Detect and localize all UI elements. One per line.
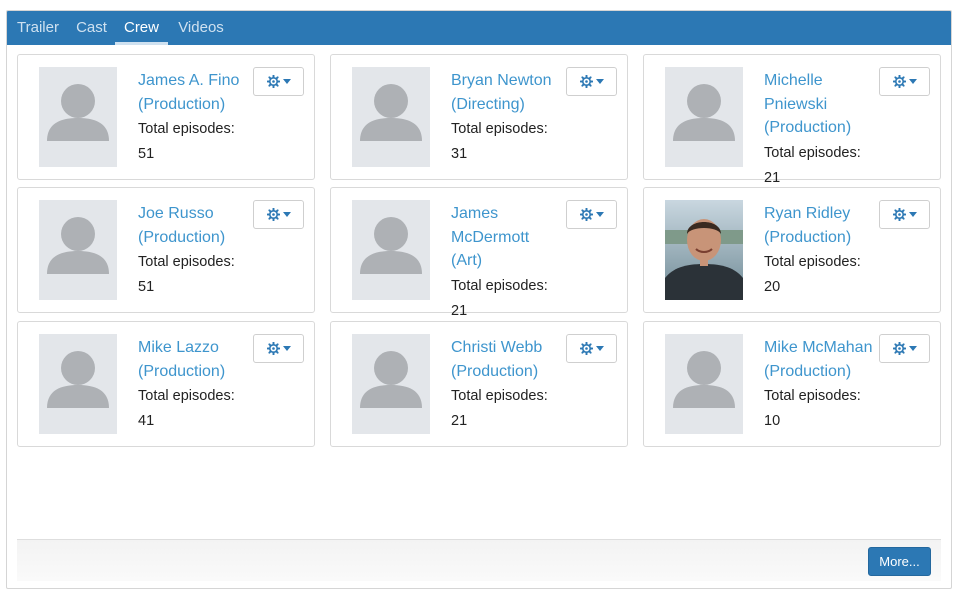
person-silhouette-icon (39, 200, 117, 300)
crew-episode-count: Total episodes: 31 (451, 121, 548, 162)
person-silhouette-icon (665, 67, 743, 167)
settings-dropdown-button[interactable] (566, 200, 617, 229)
crew-name-link[interactable]: Bryan Newton (Directing) Total episodes:… (451, 69, 561, 167)
crew-name: Michelle Pniewski (764, 72, 828, 113)
crew-department: (Production) (764, 119, 852, 136)
crew-photo[interactable] (39, 334, 117, 434)
gear-icon (579, 208, 593, 221)
settings-dropdown-button[interactable] (566, 334, 617, 363)
caret-down-icon (908, 345, 917, 351)
crew-name: Joe Russo (138, 205, 214, 222)
tab-cast[interactable]: Cast (76, 11, 107, 45)
crew-department: (Production) (451, 362, 539, 380)
crew-name: James A. Fino (138, 72, 240, 89)
tab-videos[interactable]: Videos (177, 11, 225, 45)
more-button[interactable]: More... (868, 547, 931, 576)
person-silhouette-icon (352, 334, 430, 434)
settings-dropdown-button[interactable] (879, 334, 930, 363)
crew-name: James McDermott (451, 205, 530, 246)
settings-dropdown-button[interactable] (879, 200, 930, 229)
crew-department: (Production) (138, 362, 226, 380)
caret-down-icon (282, 345, 291, 351)
gear-icon (266, 342, 280, 355)
settings-dropdown-button[interactable] (879, 67, 930, 96)
crew-photo[interactable] (352, 200, 430, 300)
crew-department: (Directing) (451, 95, 525, 113)
crew-photo[interactable] (39, 200, 117, 300)
caret-down-icon (908, 211, 917, 217)
crew-episode-count: Total episodes: 21 (764, 144, 861, 186)
crew-photo[interactable] (39, 67, 117, 167)
crew-name: Bryan Newton (451, 72, 552, 89)
crew-name-link[interactable]: Ryan Ridley (Production) Total episodes:… (764, 202, 874, 300)
crew-name: Mike Lazzo (138, 339, 219, 356)
crew-portrait-photo (665, 200, 743, 300)
crew-episode-count: Total episodes: 51 (138, 254, 235, 295)
gear-icon (892, 342, 906, 355)
person-silhouette-icon (352, 200, 430, 300)
settings-dropdown-button[interactable] (253, 334, 304, 363)
caret-down-icon (595, 78, 604, 84)
caret-down-icon (282, 211, 291, 217)
person-silhouette-icon (665, 334, 743, 434)
tab-bar: Trailer Cast Crew Videos (7, 11, 951, 45)
crew-name-link[interactable]: Mike McMahan (Production) Total episodes… (764, 336, 874, 434)
caret-down-icon (908, 78, 917, 84)
caret-down-icon (595, 211, 604, 217)
crew-card: Mike McMahan (Production) Total episodes… (643, 321, 941, 447)
gear-icon (266, 75, 280, 88)
crew-name-link[interactable]: Mike Lazzo (Production) Total episodes: … (138, 336, 248, 434)
caret-down-icon (595, 345, 604, 351)
crew-card: Joe Russo (Production) Total episodes: 5… (17, 187, 315, 313)
crew-episode-count: Total episodes: 21 (451, 388, 548, 429)
panel-footer: More... (17, 539, 941, 581)
person-silhouette-icon (352, 67, 430, 167)
crew-photo[interactable] (665, 67, 743, 167)
crew-card: Michelle Pniewski (Production) Total epi… (643, 54, 941, 186)
crew-episode-count: Total episodes: 10 (764, 388, 861, 429)
gear-icon (266, 208, 280, 221)
gear-icon (892, 208, 906, 221)
crew-name-link[interactable]: Christi Webb (Production) Total episodes… (451, 336, 561, 434)
person-silhouette-icon (39, 334, 117, 434)
crew-episode-count: Total episodes: 41 (138, 388, 235, 429)
crew-department: (Production) (764, 362, 852, 380)
crew-episode-count: Total episodes: 21 (451, 277, 548, 319)
crew-card: Ryan Ridley (Production) Total episodes:… (643, 187, 941, 313)
crew-department: (Production) (138, 228, 226, 246)
crew-name: Mike McMahan (764, 339, 873, 356)
crew-name: Ryan Ridley (764, 205, 851, 222)
tab-trailer[interactable]: Trailer (16, 11, 60, 45)
crew-department: (Production) (764, 228, 852, 246)
crew-name-link[interactable]: Michelle Pniewski (Production) Total epi… (764, 69, 874, 191)
crew-department: (Production) (138, 95, 226, 113)
crew-panel: Trailer Cast Crew Videos James A. Fino (… (6, 10, 952, 589)
crew-name-link[interactable]: James McDermott (Art) Total episodes: 21 (451, 202, 561, 324)
crew-name-link[interactable]: Joe Russo (Production) Total episodes: 5… (138, 202, 248, 300)
crew-card: Bryan Newton (Directing) Total episodes:… (330, 54, 628, 180)
crew-card: James McDermott (Art) Total episodes: 21 (330, 187, 628, 319)
crew-photo[interactable] (352, 67, 430, 167)
crew-card: James A. Fino (Production) Total episode… (17, 54, 315, 180)
crew-card: Christi Webb (Production) Total episodes… (330, 321, 628, 447)
settings-dropdown-button[interactable] (566, 67, 617, 96)
gear-icon (892, 75, 906, 88)
crew-department: (Art) (451, 252, 483, 269)
person-silhouette-icon (39, 67, 117, 167)
gear-icon (579, 342, 593, 355)
crew-episode-count: Total episodes: 20 (764, 254, 861, 295)
tab-crew[interactable]: Crew (115, 11, 168, 45)
settings-dropdown-button[interactable] (253, 67, 304, 96)
caret-down-icon (282, 78, 291, 84)
crew-episode-count: Total episodes: 51 (138, 121, 235, 162)
crew-photo[interactable] (665, 334, 743, 434)
crew-photo[interactable] (665, 200, 743, 300)
crew-name-link[interactable]: James A. Fino (Production) Total episode… (138, 69, 248, 167)
crew-card: Mike Lazzo (Production) Total episodes: … (17, 321, 315, 447)
crew-name: Christi Webb (451, 339, 543, 356)
gear-icon (579, 75, 593, 88)
settings-dropdown-button[interactable] (253, 200, 304, 229)
crew-photo[interactable] (352, 334, 430, 434)
